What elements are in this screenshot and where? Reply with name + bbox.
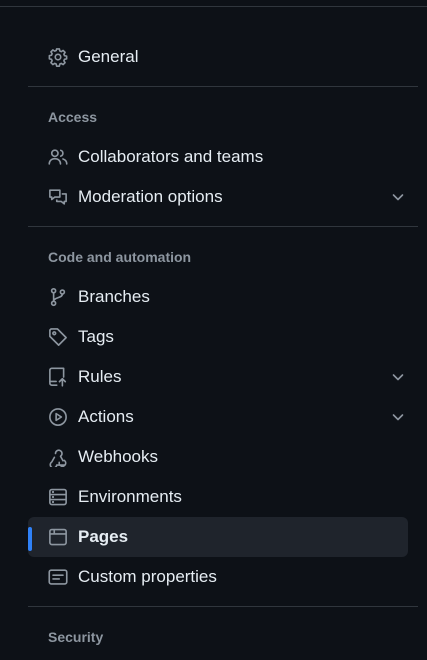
- section-divider: [28, 606, 418, 607]
- server-icon: [48, 487, 68, 507]
- webhook-icon: [48, 447, 68, 467]
- gear-icon: [48, 47, 68, 67]
- sidebar-item-label: Collaborators and teams: [78, 147, 264, 166]
- sidebar-item-tags[interactable]: Tags: [28, 317, 418, 357]
- sidebar-item-label: Branches: [78, 287, 150, 306]
- settings-sidebar: General Access Collaborators and teams M…: [28, 37, 418, 657]
- settings-page: General Access Collaborators and teams M…: [0, 0, 427, 660]
- sidebar-item-label: Custom properties: [78, 567, 217, 586]
- sidebar-item-moderation[interactable]: Moderation options: [28, 177, 418, 217]
- sidebar-item-collaborators[interactable]: Collaborators and teams: [28, 137, 418, 177]
- sidebar-item-label: Rules: [78, 367, 122, 386]
- top-divider: [0, 0, 427, 7]
- sidebar-item-branches[interactable]: Branches: [28, 277, 418, 317]
- repo-push-icon: [48, 367, 68, 387]
- section-title-access: Access: [48, 109, 98, 125]
- sidebar-item-label: Moderation options: [78, 187, 223, 206]
- play-icon: [48, 407, 68, 427]
- people-icon: [48, 147, 68, 167]
- chevron-down-icon[interactable]: [390, 189, 406, 205]
- sidebar-item-pages[interactable]: Pages: [28, 517, 408, 557]
- section-title-security: Security: [48, 629, 104, 645]
- chevron-down-icon[interactable]: [390, 369, 406, 385]
- comment-discussion-icon: [48, 187, 68, 207]
- sidebar-item-label: Environments: [78, 487, 182, 506]
- chevron-down-icon[interactable]: [390, 409, 406, 425]
- note-icon: [48, 567, 68, 587]
- browser-icon: [48, 527, 68, 547]
- sidebar-item-label: Actions: [78, 407, 134, 426]
- sidebar-item-label: Tags: [78, 327, 114, 346]
- sidebar-item-actions[interactable]: Actions: [28, 397, 418, 437]
- section-title-code-automation: Code and automation: [48, 249, 192, 265]
- sidebar-item-environments[interactable]: Environments: [28, 477, 418, 517]
- sidebar-item-rules[interactable]: Rules: [28, 357, 418, 397]
- git-branch-icon: [48, 287, 68, 307]
- sidebar-item-webhooks[interactable]: Webhooks: [28, 437, 418, 477]
- sidebar-item-label: Pages: [78, 527, 129, 546]
- section-divider: [28, 226, 418, 227]
- section-divider: [28, 86, 418, 87]
- sidebar-item-general[interactable]: General: [28, 37, 418, 77]
- tag-icon: [48, 327, 68, 347]
- sidebar-item-custom-properties[interactable]: Custom properties: [28, 557, 418, 597]
- sidebar-item-label: General: [78, 47, 139, 66]
- sidebar-item-label: Webhooks: [78, 447, 159, 466]
